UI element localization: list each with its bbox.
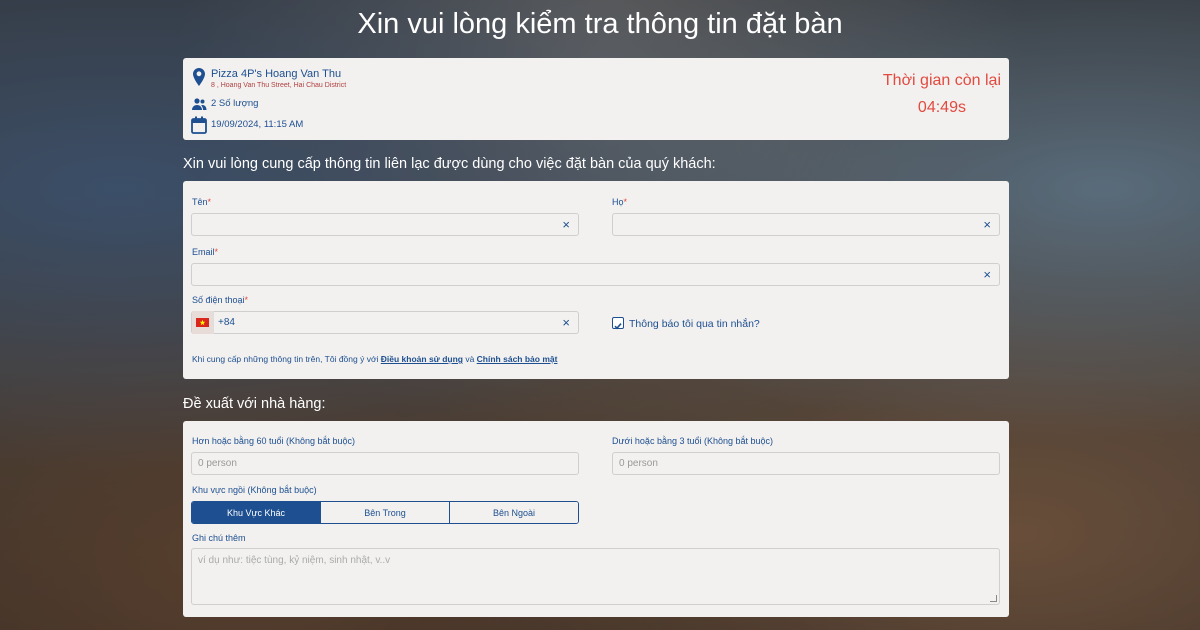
senior-label: Hơn hoặc bằng 60 tuổi (Không bắt buộc) xyxy=(192,436,356,446)
timer-value: 04:49s xyxy=(917,99,966,116)
note-label: Ghi chú thêm xyxy=(192,533,246,543)
seating-option-other[interactable]: Khu Vực Khác xyxy=(192,502,321,523)
seating-label: Khu vực ngồi (Không bắt buộc) xyxy=(192,485,317,495)
terms-prefix: Khi cung cấp những thông tin trên, Tôi đ… xyxy=(192,354,381,364)
terms-of-use-link[interactable]: Điều khoản sử dụng xyxy=(381,354,463,364)
child-label: Dưới hoặc bằng 3 tuổi (Không bắt buộc) xyxy=(612,436,774,446)
restaurant-address: 8 , Hoang Van Thu Street, Hai Chau Distr… xyxy=(211,82,347,89)
phone-input[interactable]: +84 × xyxy=(191,311,579,334)
first-name-label-text: Tên xyxy=(192,197,208,207)
email-label: Email* xyxy=(192,247,218,257)
seating-selector: Khu Vực Khác Bên Trong Bên Ngoài xyxy=(191,501,579,524)
contact-form-card: Tên* × Họ* × Email* × Số điện thoại* +84… xyxy=(183,181,1009,379)
terms-and: và xyxy=(462,354,477,364)
restaurant-row: Pizza 4P's Hoang Van Thu 8 , Hoang Van T… xyxy=(191,68,346,89)
clear-first-name-icon[interactable]: × xyxy=(562,217,570,232)
last-name-input[interactable]: × xyxy=(612,213,1000,236)
vietnam-flag-icon[interactable] xyxy=(192,311,214,334)
senior-placeholder: 0 person xyxy=(198,458,237,469)
suggestion-section-title: Đề xuất với nhà hàng: xyxy=(183,396,326,412)
required-mark: * xyxy=(207,197,212,207)
seating-option-outdoor[interactable]: Bên Ngoài xyxy=(450,502,578,523)
email-label-text: Email xyxy=(192,247,215,257)
last-name-label: Họ* xyxy=(612,197,627,207)
people-icon xyxy=(192,98,207,110)
phone-label-text: Số điện thoại xyxy=(192,295,245,305)
sms-notify-label[interactable]: Thông báo tôi qua tin nhắn? xyxy=(629,318,760,330)
checkmark-icon xyxy=(614,323,622,330)
seating-option-indoor[interactable]: Bên Trong xyxy=(321,502,450,523)
timer-label: Thời gian còn lại xyxy=(882,72,1001,89)
datetime-row: 19/09/2024, 11:15 AM xyxy=(191,116,303,134)
phone-label: Số điện thoại* xyxy=(192,295,248,305)
required-mark: * xyxy=(214,247,219,257)
resize-handle-icon[interactable] xyxy=(990,595,997,602)
page-title: Xin vui lòng kiểm tra thông tin đặt bàn xyxy=(357,8,843,40)
first-name-input[interactable]: × xyxy=(191,213,579,236)
terms-consent: Khi cung cấp những thông tin trên, Tôi đ… xyxy=(192,354,557,364)
note-placeholder: ví dụ như: tiệc tùng, kỷ niệm, sinh nhật… xyxy=(198,555,391,566)
required-mark: * xyxy=(244,295,249,305)
child-placeholder: 0 person xyxy=(619,458,658,469)
contact-section-title: Xin vui lòng cung cấp thông tin liên lạc… xyxy=(183,156,716,172)
child-count-input[interactable]: 0 person xyxy=(612,452,1000,475)
clear-phone-icon[interactable]: × xyxy=(562,315,570,330)
booking-summary-card: Pizza 4P's Hoang Van Thu 8 , Hoang Van T… xyxy=(183,58,1009,140)
last-name-label-text: Họ xyxy=(612,197,624,207)
flag-vn-icon xyxy=(196,318,209,327)
booking-datetime: 19/09/2024, 11:15 AM xyxy=(211,119,304,130)
suggestion-form-card: Hơn hoặc bằng 60 tuổi (Không bắt buộc) 0… xyxy=(183,421,1009,617)
senior-count-input[interactable]: 0 person xyxy=(191,452,579,475)
first-name-label: Tên* xyxy=(192,197,211,207)
sms-notify-checkbox[interactable] xyxy=(612,317,624,330)
location-pin-icon xyxy=(193,68,205,86)
countdown-timer: Thời gian còn lại 04:49s xyxy=(883,72,1001,117)
party-size-row: 2 Số lượng xyxy=(191,98,258,110)
required-mark: * xyxy=(623,197,628,207)
party-size: 2 Số lượng xyxy=(211,98,259,109)
clear-email-icon[interactable]: × xyxy=(983,267,991,282)
restaurant-name: Pizza 4P's Hoang Van Thu xyxy=(211,68,342,80)
note-textarea[interactable]: ví dụ như: tiệc tùng, kỷ niệm, sinh nhật… xyxy=(191,548,1000,605)
privacy-policy-link[interactable]: Chính sách bảo mật xyxy=(477,354,558,364)
phone-country-code: +84 xyxy=(218,317,235,328)
calendar-icon xyxy=(191,116,207,134)
email-input[interactable]: × xyxy=(191,263,1000,286)
clear-last-name-icon[interactable]: × xyxy=(983,217,991,232)
